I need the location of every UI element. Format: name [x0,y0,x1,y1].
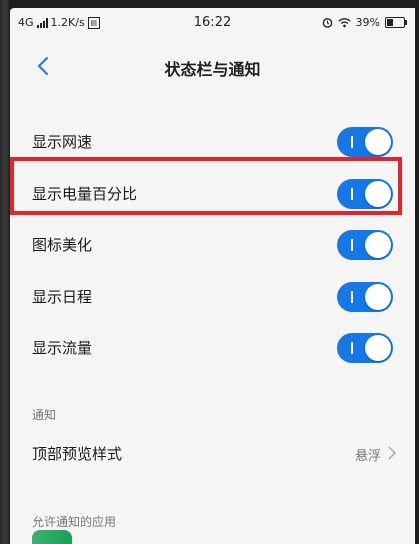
setting-value: 悬浮 [354,449,381,464]
navigation-bar: 状态栏与通知 [10,38,415,94]
battery-percent: 39% [355,16,380,29]
status-bar: 4G 1.2K/s ▤ 16:22 39% [10,8,415,38]
alarm-icon [322,18,332,28]
battery-icon [385,17,407,28]
toggle-knob [365,335,391,361]
toggle-knob [365,284,391,310]
toggle-switch[interactable] [337,333,393,363]
highlight-box [10,157,402,215]
setting-label: 显示流量 [32,339,93,357]
setting-row-icon-beautify[interactable]: 图标美化 [10,219,415,271]
setting-label: 顶部预览样式 [32,445,123,463]
setting-label: 显示网速 [32,133,93,151]
toggle-on-mark [351,239,353,251]
toggle-switch[interactable] [337,127,393,157]
section-header-allowed-apps: 允许通知的应用 [32,515,117,529]
setting-row-show-schedule[interactable]: 显示日程 [10,271,415,323]
page-title: 状态栏与通知 [164,60,261,79]
toggle-knob [365,129,391,155]
status-right: 39% [322,16,407,29]
setting-label: 显示日程 [32,288,93,306]
toggle-knob [365,232,391,258]
setting-row-preview-style[interactable]: 顶部预览样式 悬浮 [10,428,415,480]
toggle-on-mark [351,342,353,354]
toggle-on-mark [351,291,353,303]
app-icon[interactable] [32,530,72,544]
toggle-on-mark [351,136,353,148]
chevron-right-icon [388,446,397,460]
toggle-switch[interactable] [337,282,393,312]
setting-row-show-data-usage[interactable]: 显示流量 [10,322,415,374]
phone-screen: 4G 1.2K/s ▤ 16:22 39% 状态栏与通知 显示网速 显示电量百分… [10,8,415,544]
setting-label: 图标美化 [32,236,93,254]
wifi-icon [338,18,351,28]
section-header-notifications: 通知 [32,408,57,422]
toggle-switch[interactable] [337,230,393,260]
